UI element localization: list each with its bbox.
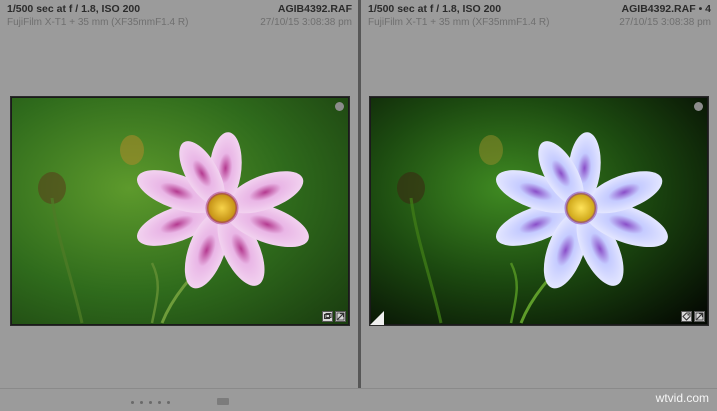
left-exposure-text: 1/500 sec at f / 1.8, ISO 200 [7, 3, 141, 15]
right-filename-group: AGIB4392.RAF • 4 [622, 3, 711, 16]
right-thumbnail-badges [681, 311, 705, 322]
right-status-dot [694, 102, 703, 111]
right-info-overlay: 1/500 sec at f / 1.8, ISO 200 AGIB4392.R… [361, 0, 717, 32]
pager-handle[interactable] [217, 398, 229, 405]
develop-badge-icon[interactable] [694, 311, 705, 322]
left-datetime-text: 27/10/15 3:08:38 pm [260, 17, 352, 28]
filmstrip-footer: wtvid.com [0, 388, 717, 411]
left-status-dot [335, 102, 344, 111]
left-thumbnail-badges [322, 311, 346, 322]
right-flower-photo [371, 98, 707, 324]
left-flower-photo [12, 98, 348, 324]
right-exposure-text: 1/500 sec at f / 1.8, ISO 200 [368, 3, 502, 15]
left-compare-pane[interactable]: 1/500 sec at f / 1.8, ISO 200 AGIB4392.R… [0, 0, 358, 388]
keyword-badge-icon[interactable] [681, 311, 692, 322]
left-filename-text: AGIB4392.RAF [277, 3, 352, 15]
pager-dots[interactable] [131, 401, 170, 404]
watermark-text: wtvid.com [655, 391, 709, 405]
crop-badge-icon[interactable] [322, 311, 333, 322]
pager-dot[interactable] [149, 401, 152, 404]
left-info-overlay: 1/500 sec at f / 1.8, ISO 200 AGIB4392.R… [0, 0, 358, 32]
right-photo[interactable] [371, 98, 707, 324]
develop-badge-icon[interactable] [335, 311, 346, 322]
right-compare-pane[interactable]: 1/500 sec at f / 1.8, ISO 200 AGIB4392.R… [361, 0, 717, 388]
right-filename-text: AGIB4392.RAF [621, 3, 696, 15]
left-camera-text: FujiFilm X-T1 + 35 mm (XF35mmF1.4 R) [7, 17, 189, 28]
pager-dot[interactable] [158, 401, 161, 404]
right-camera-text: FujiFilm X-T1 + 35 mm (XF35mmF1.4 R) [368, 17, 550, 28]
left-photo-frame[interactable] [10, 96, 350, 326]
right-photo-frame[interactable] [369, 96, 709, 326]
virtual-copy-corner-icon [370, 311, 384, 325]
virtual-copy-indicator: • 4 [698, 3, 711, 15]
pager-dot[interactable] [167, 401, 170, 404]
pager-dot[interactable] [140, 401, 143, 404]
left-photo[interactable] [12, 98, 348, 324]
right-datetime-text: 27/10/15 3:08:38 pm [619, 17, 711, 28]
pager-dot[interactable] [131, 401, 134, 404]
